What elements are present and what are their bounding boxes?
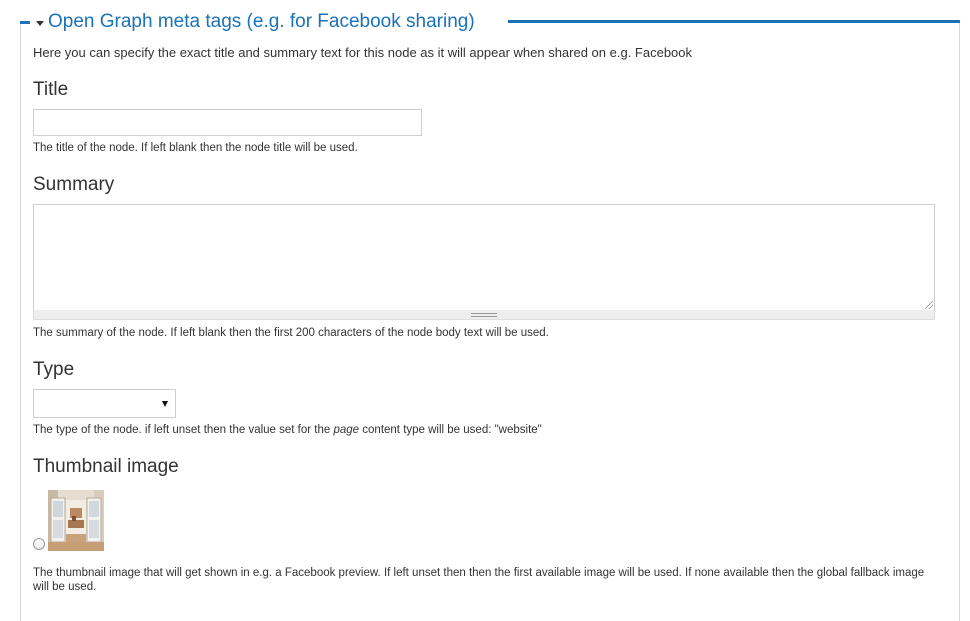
- grip-lines-icon[interactable]: [471, 313, 497, 317]
- type-description-em: page: [333, 424, 360, 436]
- legend-rule-right: [508, 20, 960, 23]
- legend-rule-left: [20, 21, 30, 24]
- type-label: Type: [33, 359, 75, 380]
- type-description: The type of the node. if left unset then…: [33, 423, 933, 437]
- fieldset-intro-text: Here you can specify the exact title and…: [33, 45, 693, 60]
- room-photo-icon: [48, 490, 104, 551]
- type-description-end: content type will be used: "website": [359, 424, 542, 436]
- textarea-grippie[interactable]: [33, 310, 935, 320]
- summary-textarea[interactable]: [33, 204, 935, 311]
- thumbnail-description: The thumbnail image that will get shown …: [33, 567, 925, 593]
- fieldset-legend-row: Open Graph meta tags (e.g. for Facebook …: [20, 10, 960, 34]
- title-input[interactable]: [33, 109, 422, 136]
- title-label: Title: [33, 79, 69, 100]
- summary-label: Summary: [33, 174, 115, 195]
- dropdown-arrow-icon[interactable]: [162, 401, 168, 407]
- title-description: The title of the node. If left blank the…: [33, 142, 358, 154]
- fieldset-legend-toggle[interactable]: Open Graph meta tags (e.g. for Facebook …: [36, 10, 483, 34]
- thumbnail-image[interactable]: [48, 490, 104, 551]
- thumbnail-label: Thumbnail image: [33, 456, 179, 477]
- type-select[interactable]: [33, 389, 176, 418]
- type-description-start: The type of the node. if left unset then…: [33, 424, 334, 436]
- thumbnail-radio[interactable]: [33, 538, 45, 550]
- collapse-triangle-icon[interactable]: [36, 20, 44, 26]
- summary-description: The summary of the node. If left blank t…: [33, 327, 549, 339]
- resize-handle-icon[interactable]: [925, 301, 933, 309]
- fieldset-legend-text[interactable]: Open Graph meta tags (e.g. for Facebook …: [48, 11, 475, 33]
